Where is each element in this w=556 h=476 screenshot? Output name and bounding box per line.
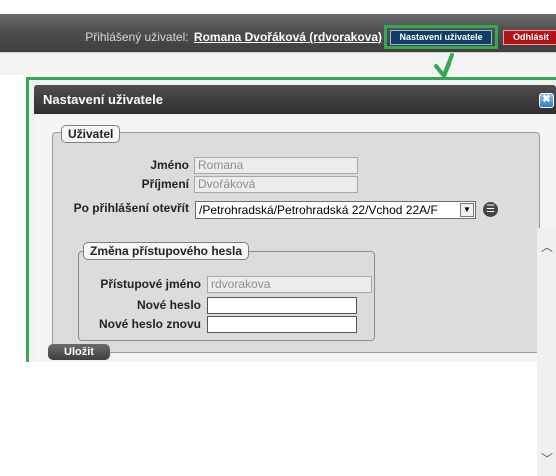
- logged-in-user-info: Přihlášený uživatel: Romana Dvořáková (r…: [85, 30, 382, 44]
- new-password-repeat-label: Nové heslo znovu: [98, 317, 201, 331]
- logout-button[interactable]: Odhlásit: [503, 30, 556, 45]
- annotation-arrow-icon: [434, 53, 454, 78]
- dialog-title: Nastavení uživatele: [43, 92, 163, 107]
- password-fieldset: Změna přístupového hesla Přístupové jmén…: [78, 242, 375, 341]
- login-name-field: rdvorakova: [207, 276, 372, 293]
- user-fieldset: Uživatel Jméno Romana Příjmení Dvořáková…: [52, 125, 540, 353]
- list-icon[interactable]: ☰: [483, 202, 498, 217]
- scroll-down-icon[interactable]: ﹀: [541, 450, 553, 467]
- logged-in-label: Přihlášený uživatel:: [85, 30, 189, 44]
- first-name-label: Jméno: [150, 158, 189, 172]
- user-fieldset-legend: Uživatel: [61, 125, 121, 143]
- new-password-field[interactable]: [207, 297, 357, 314]
- last-name-label: Příjmení: [141, 177, 189, 191]
- login-name-label: Přístupové jméno: [100, 277, 201, 291]
- last-name-field: Dvořáková: [194, 176, 358, 193]
- new-password-label: Nové heslo: [136, 298, 201, 312]
- password-fieldset-legend: Změna přístupového hesla: [83, 242, 250, 260]
- dialog-scrollbar[interactable]: ︿ ﹀: [537, 228, 556, 476]
- close-icon[interactable]: ✖: [539, 93, 554, 108]
- open-after-login-label: Po přihlášení otevřít: [73, 201, 189, 215]
- dialog-body: Uživatel Jméno Romana Příjmení Dvořáková…: [34, 114, 556, 476]
- chevron-down-icon[interactable]: ▼: [460, 203, 474, 217]
- sub-bar: [0, 52, 556, 75]
- new-password-repeat-field[interactable]: [207, 316, 357, 333]
- first-name-field: Romana: [194, 157, 358, 174]
- dialog-titlebar: Nastavení uživatele ✖: [34, 85, 556, 114]
- save-button[interactable]: Uložit: [48, 344, 110, 360]
- user-settings-button[interactable]: Nastavení uživatele: [390, 30, 492, 45]
- open-after-login-value: /Petrohradská/Petrohradská 22/Vchod 22A/…: [199, 203, 438, 217]
- user-name-link[interactable]: Romana Dvořáková (rdvorakova): [194, 30, 382, 44]
- scroll-up-icon[interactable]: ︿: [541, 238, 553, 255]
- open-after-login-select[interactable]: /Petrohradská/Petrohradská 22/Vchod 22A/…: [195, 201, 476, 219]
